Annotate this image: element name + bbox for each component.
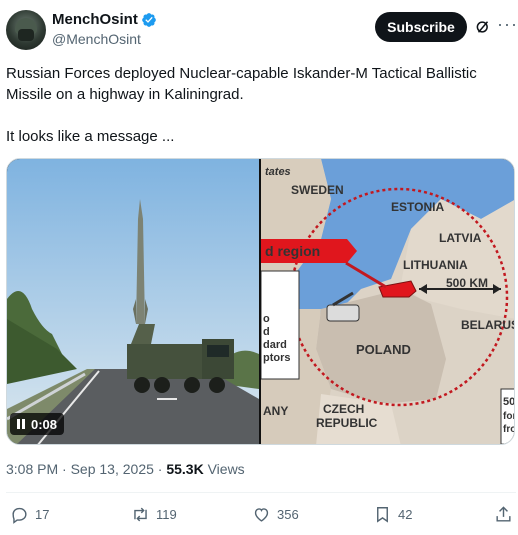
bookmark-icon bbox=[377, 507, 388, 523]
map-label-states: tates bbox=[265, 166, 291, 178]
like-button[interactable]: 356 bbox=[252, 505, 299, 524]
post-paragraph-1: Russian Forces deployed Nuclear-capable … bbox=[6, 65, 477, 103]
share-icon bbox=[496, 506, 511, 522]
map-box-line-1: o bbox=[263, 313, 270, 325]
avatar-face bbox=[18, 29, 34, 41]
author-display-name[interactable]: MenchOsint bbox=[52, 11, 138, 28]
map-label-sweden: SWEDEN bbox=[291, 183, 344, 197]
map-label-any: ANY bbox=[263, 404, 288, 418]
post-time[interactable]: 3:08 PM bbox=[6, 461, 58, 477]
separator bbox=[6, 492, 516, 493]
post-text: Russian Forces deployed Nuclear-capable … bbox=[6, 63, 511, 147]
repost-icon bbox=[134, 507, 147, 522]
video-thumbnail[interactable] bbox=[7, 159, 259, 445]
like-count: 356 bbox=[277, 507, 299, 522]
map-box-line-4: ptors bbox=[263, 352, 291, 364]
post-meta: 3:08 PM · Sep 13, 2025 · 55.3K Views bbox=[6, 461, 245, 477]
bookmark-button[interactable]: 42 bbox=[373, 505, 412, 524]
map-label-latvia: LATVIA bbox=[439, 231, 482, 245]
action-bar: 17 119 356 42 bbox=[0, 505, 518, 531]
map-box-line-2: d bbox=[263, 326, 270, 338]
meta-dot-2: · bbox=[157, 461, 163, 477]
reply-button[interactable]: 17 bbox=[10, 505, 49, 524]
pause-icon[interactable] bbox=[17, 419, 25, 429]
map-label-poland: POLAND bbox=[356, 342, 411, 357]
map-label-czech: CZECH bbox=[323, 402, 364, 416]
more-options-icon[interactable]: ··· bbox=[497, 14, 518, 35]
share-button[interactable] bbox=[494, 505, 513, 524]
bookmark-count: 42 bbox=[398, 507, 413, 522]
map-label-range: 500 KM bbox=[446, 276, 488, 290]
post-date[interactable]: Sep 13, 2025 bbox=[71, 461, 154, 477]
repost-count: 119 bbox=[156, 507, 177, 522]
heart-icon bbox=[254, 508, 269, 522]
map-label-belarus: BELARUS bbox=[461, 318, 515, 332]
post-paragraph-2: It looks like a message ... bbox=[6, 128, 175, 145]
map-right-box-line-1: 50 bbox=[503, 396, 515, 408]
map-box-line-3: dard bbox=[263, 339, 287, 351]
author-handle[interactable]: @MenchOsint bbox=[52, 31, 141, 47]
author-name-row[interactable]: MenchOsint bbox=[52, 11, 157, 28]
subscribe-button[interactable]: Subscribe bbox=[375, 12, 467, 42]
reply-count: 17 bbox=[35, 507, 50, 522]
meta-dot: · bbox=[62, 461, 67, 477]
grok-icon[interactable] bbox=[474, 18, 492, 36]
media-container[interactable]: tates SWEDEN ESTONIA LATVIA LITHUANIA 50… bbox=[6, 158, 515, 445]
repost-button[interactable]: 119 bbox=[131, 505, 177, 524]
map-label-republic: REPUBLIC bbox=[316, 416, 378, 430]
map-label-region: d region bbox=[265, 243, 320, 259]
video-time-badge[interactable]: 0:08 bbox=[10, 413, 65, 435]
map-right-box-line-3: fro bbox=[503, 424, 515, 435]
map-right-box-line-2: for bbox=[503, 411, 515, 422]
reply-icon bbox=[12, 507, 27, 524]
avatar[interactable] bbox=[6, 10, 46, 50]
views-count: 55.3K bbox=[166, 461, 204, 477]
map-label-lithuania: LITHUANIA bbox=[403, 258, 468, 272]
views-label: Views bbox=[207, 461, 245, 477]
video-time: 0:08 bbox=[31, 416, 58, 432]
map-label-estonia: ESTONIA bbox=[391, 200, 444, 214]
map-image[interactable]: tates SWEDEN ESTONIA LATVIA LITHUANIA 50… bbox=[261, 159, 515, 445]
verified-badge-icon bbox=[142, 12, 156, 27]
